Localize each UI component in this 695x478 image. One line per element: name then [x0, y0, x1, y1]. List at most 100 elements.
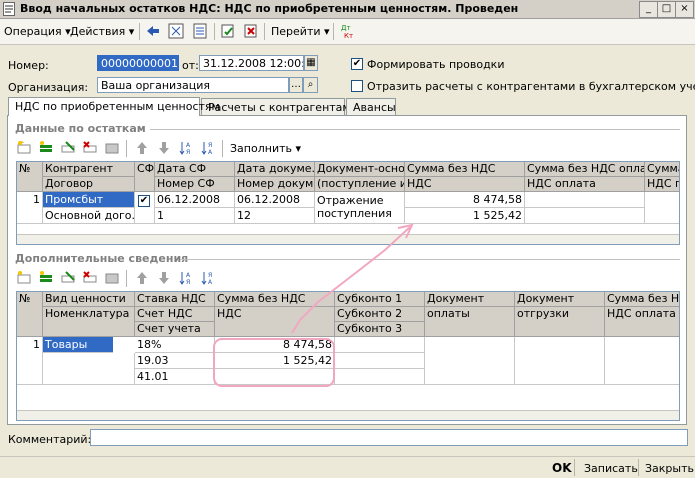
- grid1-scrollbar[interactable]: [17, 234, 679, 244]
- cell-schet-ucheta[interactable]: 41.01: [135, 369, 215, 385]
- document-list-icon[interactable]: [192, 23, 208, 39]
- cell-dogovor[interactable]: Основной дого...: [43, 208, 135, 224]
- svg-text:Я: Я: [208, 142, 212, 149]
- edit-row-icon[interactable]: [60, 140, 76, 156]
- back-arrow-icon[interactable]: [145, 23, 161, 39]
- cell-nds-opl[interactable]: [525, 208, 645, 224]
- cell-summa-opl[interactable]: [525, 192, 645, 208]
- make-postings-label: Формировать проводки: [367, 58, 505, 71]
- delete-row-icon[interactable]: [82, 270, 98, 286]
- cell-nomer-doc[interactable]: 12: [235, 208, 315, 224]
- col-date-doc: Дата докуме...: [235, 162, 315, 177]
- col-nomenklatura: Номенклатура: [43, 307, 135, 337]
- section-additional-title: Дополнительные сведения: [15, 252, 189, 265]
- move-down-icon[interactable]: [156, 140, 172, 156]
- col-nomer-sf: Номер СФ: [155, 177, 235, 192]
- edit-row-icon[interactable]: [60, 270, 76, 286]
- number-field[interactable]: 00000000001: [97, 55, 179, 71]
- minimize-icon[interactable]: _: [639, 1, 658, 18]
- tab-settlements[interactable]: Расчеты с контрагентами: [201, 98, 358, 115]
- menu-operation[interactable]: Операция ▾: [4, 25, 71, 38]
- col-nds-more: НДС п: [645, 177, 679, 192]
- reflect-checkbox[interactable]: [351, 80, 363, 92]
- col-sf: СФ: [135, 162, 155, 192]
- save-button[interactable]: Записать: [584, 462, 638, 475]
- cell-subkonto3[interactable]: [335, 369, 425, 385]
- menu-actions[interactable]: Действия ▾: [70, 25, 134, 38]
- cell-summa[interactable]: 8 474,58: [215, 337, 335, 353]
- col-summa-opl: Сумма без НДС опла...: [525, 162, 645, 177]
- copy-row-icon[interactable]: [38, 140, 54, 156]
- add-row-icon[interactable]: [16, 140, 32, 156]
- sort-asc-icon[interactable]: AЯ: [178, 270, 194, 286]
- add-row-icon[interactable]: [16, 270, 32, 286]
- cell-summa[interactable]: 8 474,58: [405, 192, 525, 208]
- date-field[interactable]: 31.12.2008 12:00:02: [199, 55, 304, 71]
- cell-doc-osn[interactable]: Отражение поступления: [315, 192, 405, 224]
- cell-stavka[interactable]: 18%: [135, 337, 215, 353]
- from-label: от:: [182, 59, 199, 72]
- maximize-icon[interactable]: □: [657, 1, 676, 18]
- cell-nomenklatura[interactable]: [43, 353, 135, 385]
- delete-row-icon[interactable]: [82, 140, 98, 156]
- make-postings-checkbox[interactable]: ✔: [351, 58, 363, 70]
- col-nds: НДС: [405, 177, 525, 192]
- unpost-document-icon[interactable]: [243, 23, 259, 39]
- sf-checkbox[interactable]: ✔: [138, 195, 150, 207]
- menu-goto[interactable]: Перейти ▾: [271, 25, 330, 38]
- move-up-icon[interactable]: [134, 140, 150, 156]
- structure-icon[interactable]: [168, 23, 184, 39]
- dt-kt-icon[interactable]: ДтКт: [340, 23, 358, 39]
- post-document-icon[interactable]: [220, 23, 236, 39]
- col-doc-osn-2: (поступление и: [315, 177, 405, 192]
- col-kontragent: Контрагент: [43, 162, 135, 177]
- move-down-icon[interactable]: [156, 270, 172, 286]
- toolbar: Операция ▾ Действия ▾ Перейти ▾ Дт Кт: [0, 19, 695, 45]
- cell-nds[interactable]: 1 525,42: [215, 353, 335, 369]
- search-icon[interactable]: ⌕: [303, 77, 318, 93]
- cell-nds[interactable]: 1 525,42: [405, 208, 525, 224]
- col-doc-opl: Документ: [425, 292, 515, 307]
- col-nds-opl: НДС оплата: [605, 307, 679, 337]
- cell-subkonto2[interactable]: [335, 353, 425, 369]
- cell-schet-nds[interactable]: 19.03: [135, 353, 215, 369]
- col-vid: Вид ценности: [43, 292, 135, 307]
- org-field[interactable]: Ваша организация: [97, 77, 289, 93]
- cell-date-sf[interactable]: 06.12.2008: [155, 192, 235, 208]
- sort-desc-icon[interactable]: ЯA: [200, 270, 216, 286]
- number-label: Номер:: [8, 59, 49, 72]
- col-summa: Сумма без НДС: [405, 162, 525, 177]
- ok-button[interactable]: OK: [552, 461, 572, 475]
- end-edit-icon[interactable]: [104, 270, 120, 286]
- sort-desc-icon[interactable]: ЯA: [200, 140, 216, 156]
- copy-row-icon[interactable]: [38, 270, 54, 286]
- tab-advances[interactable]: Авансы: [346, 98, 396, 115]
- table-row-number: 1: [17, 337, 43, 385]
- col-doc-opl-2: оплаты: [425, 307, 515, 337]
- svg-text:Кт: Кт: [344, 32, 353, 39]
- select-org-button[interactable]: …: [289, 77, 303, 93]
- col-nomer-doc: Номер докум...: [235, 177, 315, 192]
- cell-doc-opl[interactable]: [425, 337, 515, 385]
- cell-doc-otgr[interactable]: [515, 337, 605, 385]
- close-icon[interactable]: ×: [675, 1, 694, 18]
- cell-summa-opl[interactable]: [605, 337, 679, 385]
- end-edit-icon[interactable]: [104, 140, 120, 156]
- move-up-icon[interactable]: [134, 270, 150, 286]
- fill-button[interactable]: Заполнить ▾: [230, 142, 301, 155]
- sort-asc-icon[interactable]: AЯ: [178, 140, 194, 156]
- cell-vid[interactable]: Товары: [43, 337, 113, 353]
- cell-more[interactable]: [645, 192, 679, 224]
- cell-subkonto1[interactable]: [335, 337, 425, 353]
- close-button[interactable]: Закрыть: [645, 462, 694, 475]
- tab-nds-acquired[interactable]: НДС по приобретенным ценностям: [8, 97, 220, 116]
- comment-field[interactable]: [90, 429, 688, 446]
- svg-text:A: A: [186, 272, 191, 279]
- calendar-icon[interactable]: ▦: [304, 55, 318, 71]
- cell-empty[interactable]: [215, 369, 335, 385]
- cell-nomer-sf[interactable]: 1: [155, 208, 235, 224]
- col-n: №: [17, 162, 43, 192]
- grid2-scrollbar[interactable]: [17, 410, 679, 420]
- cell-date-doc[interactable]: 06.12.2008: [235, 192, 315, 208]
- cell-kontragent[interactable]: Промсбыт: [43, 192, 135, 208]
